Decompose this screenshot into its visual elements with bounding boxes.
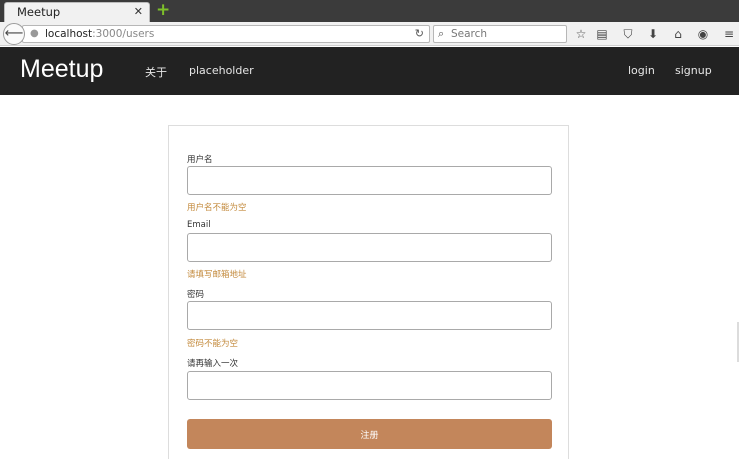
search-input[interactable]: ⌕ Search [433, 25, 567, 43]
home-icon[interactable]: ⌂ [670, 26, 686, 42]
email-label: Email [187, 220, 211, 230]
browser-tab[interactable]: Meetup ✕ [4, 2, 150, 22]
bookmark-star-icon[interactable]: ☆ [573, 26, 589, 42]
address-bar[interactable]: ● localhost:3000/users ↻ [22, 25, 430, 43]
browser-tab-strip: Meetup ✕ + [0, 0, 739, 22]
reading-list-icon[interactable]: ▤ [594, 26, 610, 42]
email-field[interactable] [187, 233, 552, 262]
register-button[interactable]: 注册 [187, 419, 552, 449]
username-field[interactable] [187, 166, 552, 195]
email-error: 请填写邮箱地址 [187, 270, 247, 280]
back-arrow-icon[interactable]: ⟵ [3, 23, 25, 45]
pocket-icon[interactable]: ⛉ [620, 26, 636, 42]
confirm-password-field[interactable] [187, 371, 552, 400]
signup-form-card: 用户名 用户名不能为空 Email 请填写邮箱地址 密码 密码不能为空 请再输入… [168, 125, 569, 459]
password-field[interactable] [187, 301, 552, 330]
close-icon[interactable]: ✕ [134, 5, 143, 18]
nav-link-signup[interactable]: signup [675, 64, 712, 77]
browser-toolbar: ● localhost:3000/users ↻ ⟵ ⌕ Search ☆ ▤ … [0, 22, 739, 46]
nav-link-placeholder[interactable]: placeholder [189, 64, 254, 77]
tab-title: Meetup [17, 5, 61, 19]
chat-icon[interactable]: ◉ [695, 26, 711, 42]
nav-link-login[interactable]: login [628, 64, 655, 77]
url-text: localhost:3000/users [45, 28, 154, 40]
search-placeholder: Search [451, 28, 488, 40]
brand-logo[interactable]: Meetup [20, 55, 103, 84]
url-host: localhost [45, 28, 93, 40]
app-navbar: Meetup 关于 placeholder login signup [0, 47, 739, 95]
url-path: :3000/users [92, 28, 155, 40]
password-label: 密码 [187, 290, 205, 300]
username-error: 用户名不能为空 [187, 203, 247, 213]
confirm-password-label: 请再输入一次 [187, 359, 239, 369]
download-icon[interactable]: ⬇ [645, 26, 661, 42]
menu-icon[interactable]: ≡ [721, 26, 737, 42]
search-icon: ⌕ [438, 27, 445, 40]
nav-link-about[interactable]: 关于 [145, 64, 167, 80]
globe-icon: ● [30, 28, 39, 39]
username-label: 用户名 [187, 155, 213, 165]
password-error: 密码不能为空 [187, 339, 239, 349]
new-tab-icon[interactable]: + [156, 2, 170, 19]
reload-icon[interactable]: ↻ [415, 27, 424, 40]
